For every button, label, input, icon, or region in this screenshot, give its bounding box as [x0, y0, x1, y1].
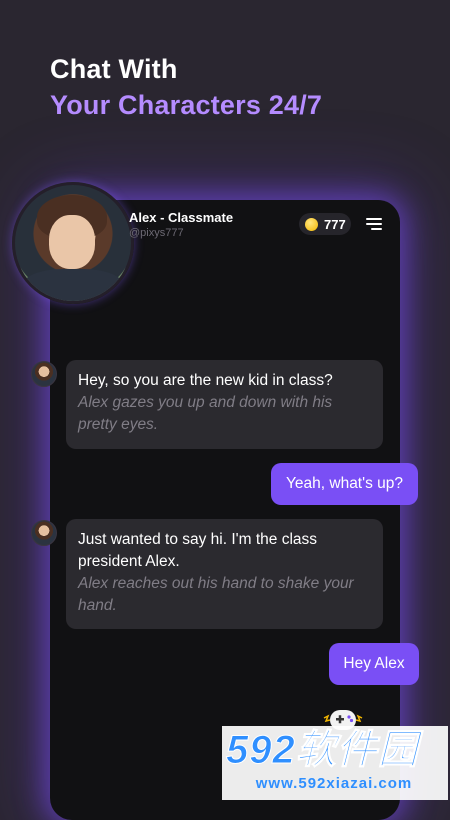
headline-line-2: Your Characters 24/7: [50, 90, 323, 120]
avatar-face: [49, 215, 95, 269]
coin-balance[interactable]: 777: [299, 213, 351, 235]
message-text: Just wanted to say hi. I'm the class pre…: [78, 531, 318, 570]
avatar-suit: [23, 269, 123, 301]
message-text: Hey, so you are the new kid in class?: [78, 372, 333, 389]
character-name: Alex - Classmate: [129, 210, 234, 225]
headline-line-1: Chat With: [50, 54, 178, 84]
message-action: Alex reaches out his hand to shake your …: [78, 575, 354, 614]
watermark-url: www.592xiazai.com: [255, 775, 413, 792]
message-avatar: [31, 361, 57, 387]
message-bubble-user: Hey Alex: [329, 643, 419, 685]
message-action: Alex gazes you up and down with his pret…: [78, 394, 333, 433]
coin-count: 777: [324, 216, 346, 232]
headline: Chat With Your Characters 24/7: [50, 52, 322, 122]
coin-icon: [305, 217, 318, 231]
message-avatar: [31, 520, 57, 546]
watermark: 592软件园 www.592xiazai.com: [226, 728, 442, 794]
message-bubble-character: Hey, so you are the new kid in class? Al…: [66, 360, 383, 449]
message-bubble-user: Yeah, what's up?: [271, 463, 418, 505]
message-bubble-character: Just wanted to say hi. I'm the class pre…: [66, 519, 383, 629]
watermark-brand: 592软件园: [226, 728, 419, 773]
menu-icon[interactable]: [366, 218, 382, 230]
character-avatar[interactable]: [12, 182, 134, 304]
character-handle: @pixys777: [129, 227, 184, 239]
